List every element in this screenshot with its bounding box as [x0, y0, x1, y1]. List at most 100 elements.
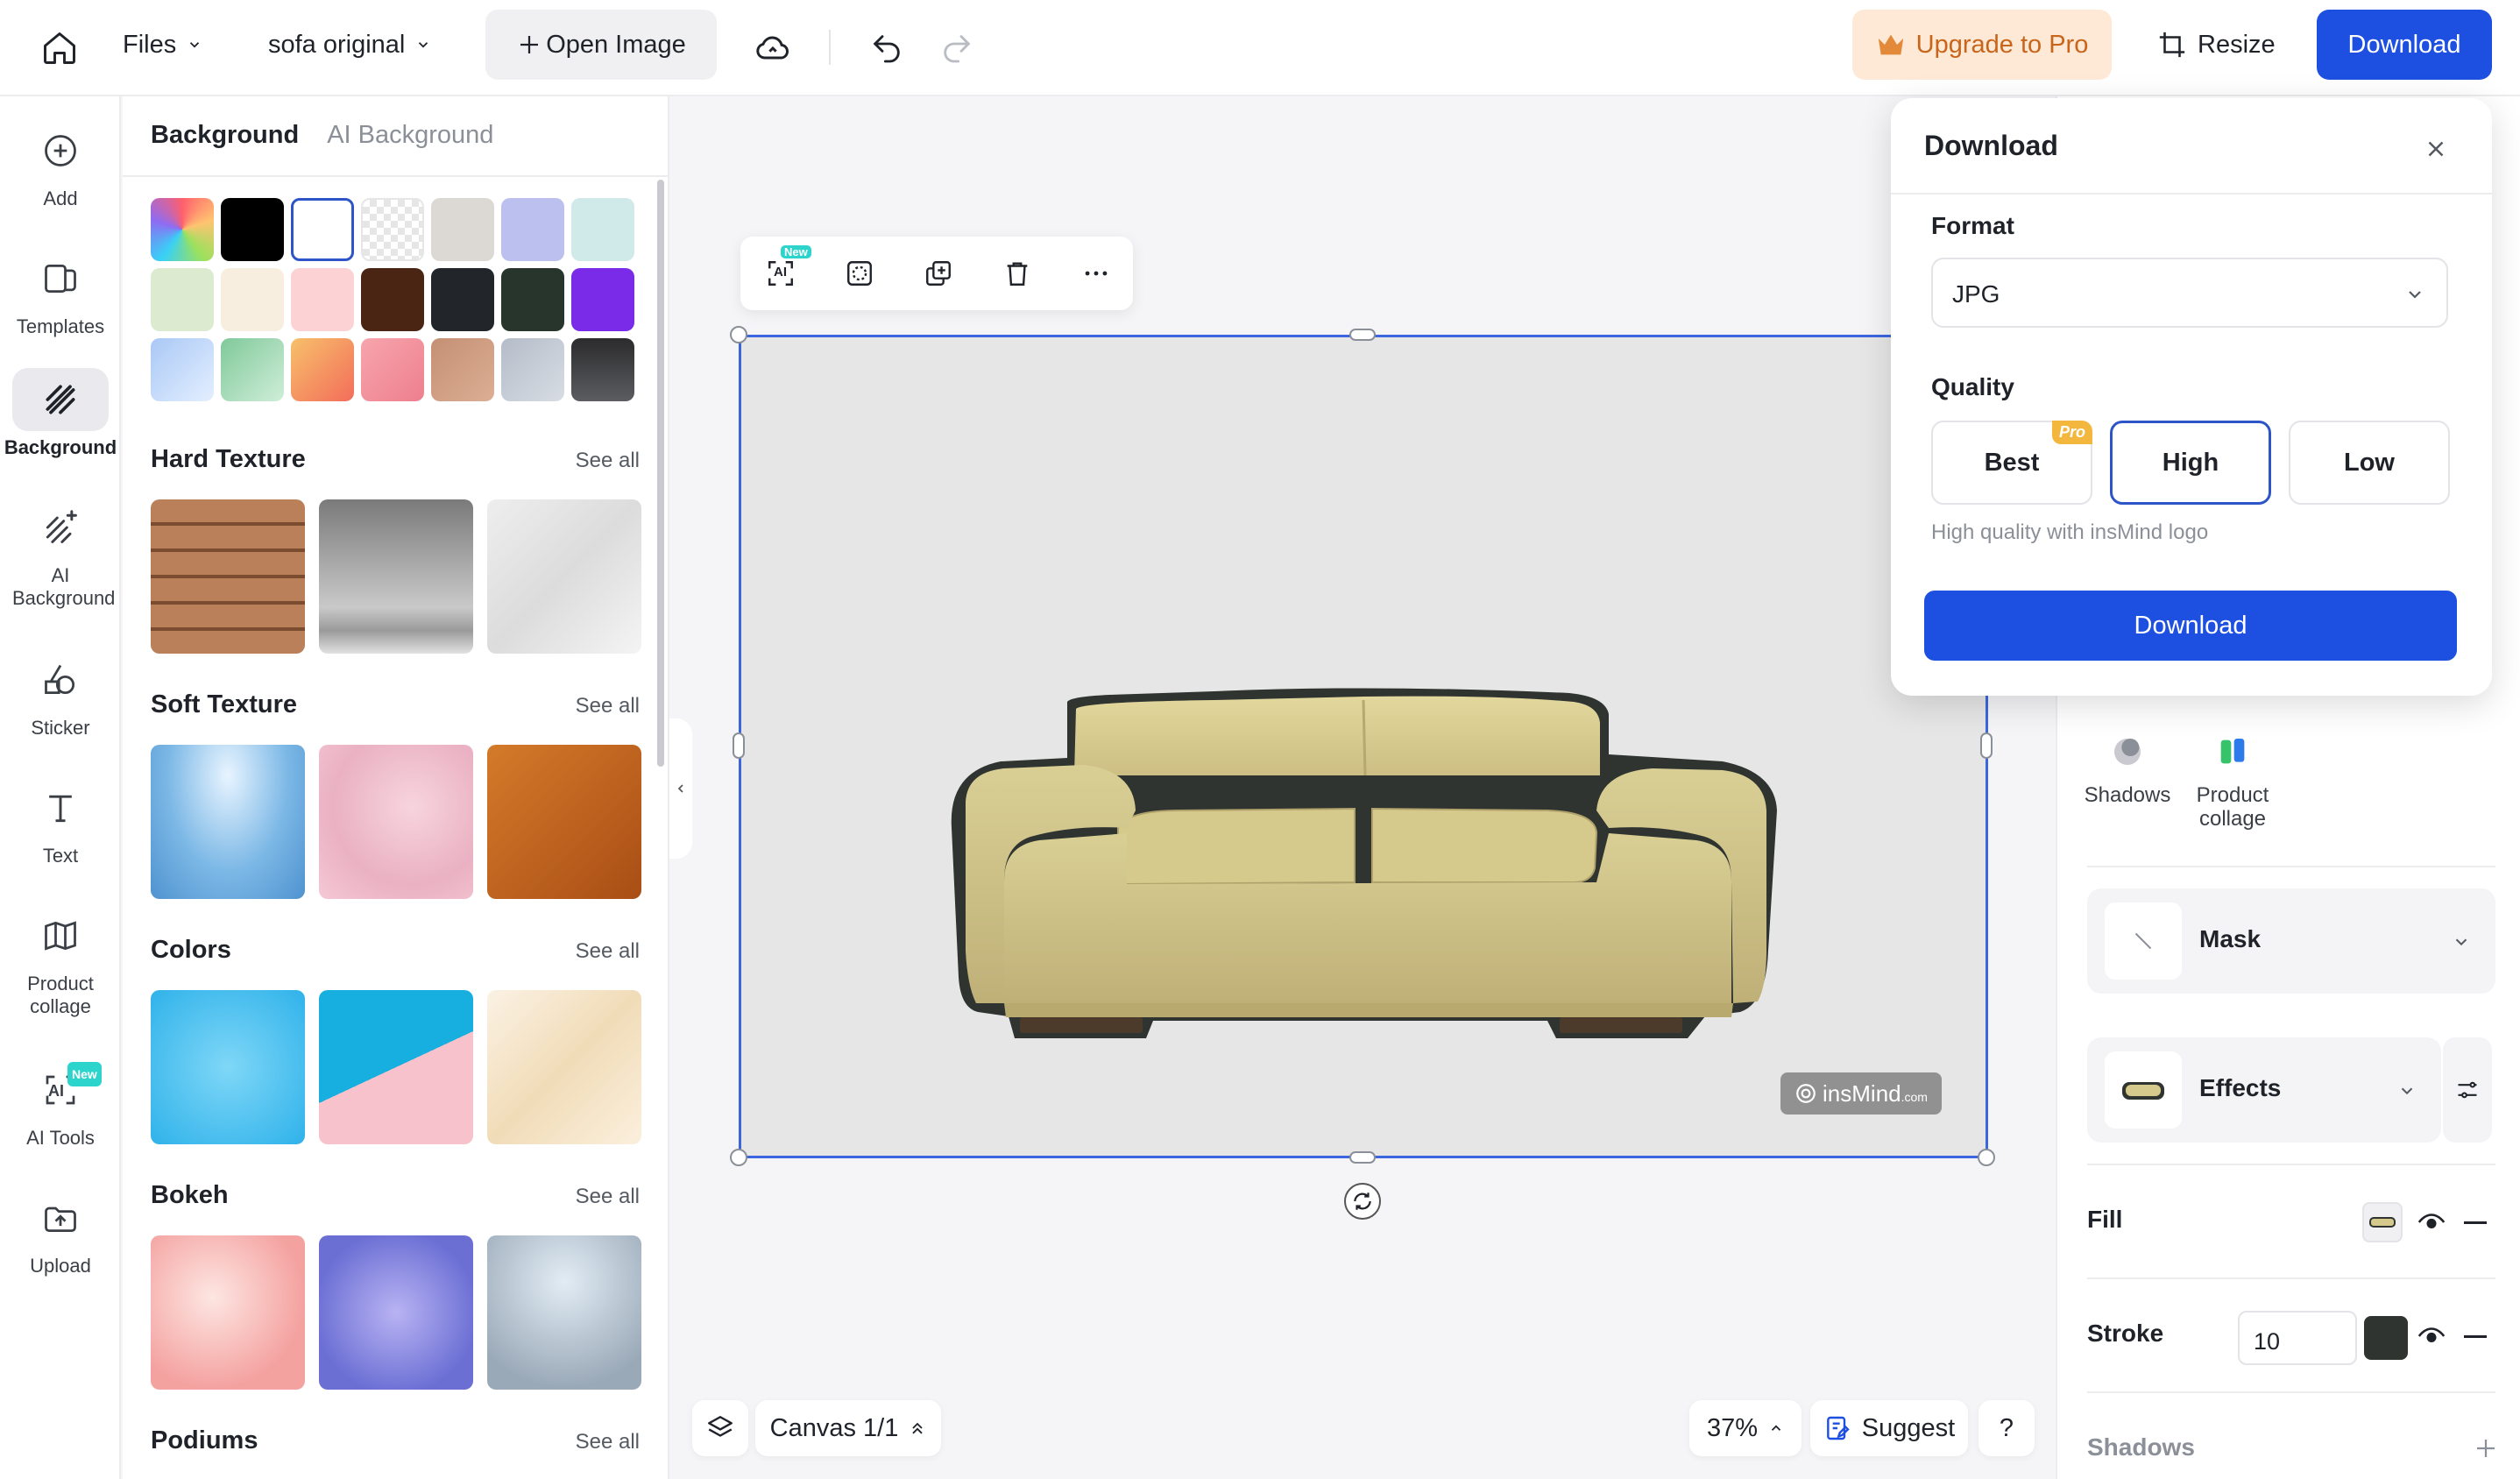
- format-select[interactable]: JPG: [1931, 258, 2448, 328]
- thumbnail-pink-bokeh[interactable]: [151, 1235, 305, 1390]
- thumbnail-cream-gradient[interactable]: [487, 990, 641, 1144]
- rail-item-add[interactable]: Add: [0, 119, 121, 210]
- resize-handle-right[interactable]: [1980, 732, 1993, 759]
- stroke-width-input[interactable]: 10: [2238, 1311, 2357, 1365]
- swatch[interactable]: [501, 268, 564, 331]
- rail-item-text[interactable]: Text: [0, 776, 121, 867]
- fill-swatch[interactable]: [2362, 1202, 2403, 1242]
- canvas-pages-button[interactable]: Canvas 1/1: [755, 1400, 941, 1456]
- swatch[interactable]: [501, 198, 564, 261]
- swatch[interactable]: [221, 268, 284, 331]
- rail-item-background[interactable]: Background: [0, 368, 121, 459]
- effects-settings-button[interactable]: [2443, 1037, 2492, 1143]
- fill-visibility-icon[interactable]: [2417, 1207, 2446, 1237]
- add-shadow-icon[interactable]: [2473, 1435, 2499, 1461]
- thumbnail-split-color[interactable]: [319, 990, 473, 1144]
- open-image-button[interactable]: Open Image: [485, 10, 717, 80]
- zoom-control[interactable]: 37%: [1689, 1400, 1802, 1456]
- shadows-tile[interactable]: Shadows: [2078, 783, 2177, 807]
- swatch[interactable]: [151, 338, 214, 401]
- thumbnail-silver-bokeh[interactable]: [487, 1235, 641, 1390]
- canvas-frame[interactable]: insMind .com: [739, 335, 1988, 1158]
- thumbnail-marble-texture[interactable]: [487, 499, 641, 654]
- layers-button[interactable]: [692, 1400, 748, 1456]
- home-icon[interactable]: [32, 20, 88, 76]
- resize-handle-top-left[interactable]: [730, 326, 747, 343]
- stroke-visibility-icon[interactable]: [2417, 1321, 2446, 1351]
- resize-handle-top[interactable]: [1349, 329, 1376, 341]
- sofa-image[interactable]: [741, 337, 1986, 1156]
- thumbnail-concrete-texture[interactable]: [319, 499, 473, 654]
- see-all-link[interactable]: See all: [576, 1185, 640, 1209]
- thumbnail-leather[interactable]: [487, 745, 641, 899]
- see-all-link[interactable]: See all: [576, 1430, 640, 1454]
- swatch[interactable]: [501, 338, 564, 401]
- quality-low-button[interactable]: Low: [2289, 421, 2450, 505]
- files-menu[interactable]: Files: [103, 10, 222, 80]
- swatch[interactable]: [221, 198, 284, 261]
- product-collage-tile[interactable]: Product collage: [2180, 783, 2285, 831]
- see-all-link[interactable]: See all: [576, 694, 640, 718]
- delete-button[interactable]: [993, 249, 1042, 298]
- dialog-download-button[interactable]: Download: [1924, 591, 2457, 661]
- swatch[interactable]: [431, 338, 494, 401]
- redo-icon[interactable]: [929, 20, 985, 76]
- swatch[interactable]: [151, 268, 214, 331]
- thumbnail-water-splash[interactable]: [151, 745, 305, 899]
- ai-tools-button[interactable]: AI New: [756, 245, 811, 298]
- swatch[interactable]: [571, 268, 634, 331]
- download-button[interactable]: Download: [2317, 10, 2492, 80]
- swatch-selected[interactable]: [291, 198, 354, 261]
- quality-best-button[interactable]: Best Pro: [1931, 421, 2092, 505]
- upgrade-to-pro-button[interactable]: Upgrade to Pro: [1852, 10, 2112, 80]
- collapse-panel-button[interactable]: [669, 718, 692, 859]
- rail-item-templates[interactable]: Templates: [0, 247, 121, 338]
- thumbnail-wood-texture[interactable]: [151, 499, 305, 654]
- help-button[interactable]: ?: [1978, 1400, 2035, 1456]
- cloud-sync-icon[interactable]: [745, 20, 801, 76]
- project-name-menu[interactable]: sofa original: [249, 10, 450, 80]
- resize-button[interactable]: Resize: [2138, 10, 2295, 80]
- thumbnail-pink-silk[interactable]: [319, 745, 473, 899]
- more-options-button[interactable]: [1072, 249, 1121, 298]
- see-all-link[interactable]: See all: [576, 449, 640, 473]
- swatch[interactable]: [291, 268, 354, 331]
- swatch-transparent[interactable]: [361, 198, 424, 261]
- rail-item-product-collage[interactable]: Product collage: [0, 904, 121, 1018]
- swatch[interactable]: [361, 268, 424, 331]
- swatch[interactable]: [361, 338, 424, 401]
- resize-handle-bottom-right[interactable]: [1978, 1149, 1995, 1166]
- stroke-remove-icon[interactable]: [2464, 1335, 2487, 1338]
- select-subject-button[interactable]: [835, 249, 884, 298]
- quality-high-button[interactable]: High: [2110, 421, 2271, 505]
- mask-card[interactable]: Mask: [2087, 888, 2495, 994]
- rail-item-ai-background[interactable]: AI Background: [0, 496, 121, 610]
- effects-card[interactable]: Effects: [2087, 1037, 2441, 1143]
- rail-item-sticker[interactable]: Sticker: [0, 648, 121, 740]
- panel-scrollbar[interactable]: [657, 180, 664, 767]
- swatch[interactable]: [431, 198, 494, 261]
- swatch[interactable]: [571, 338, 634, 401]
- tab-ai-background[interactable]: AI Background: [327, 121, 493, 150]
- rail-item-ai-tools[interactable]: AI New AI Tools: [0, 1058, 121, 1150]
- resize-handle-bottom-left[interactable]: [730, 1149, 747, 1166]
- close-button[interactable]: [2417, 130, 2455, 168]
- duplicate-button[interactable]: [914, 249, 963, 298]
- undo-icon[interactable]: [859, 20, 915, 76]
- swatch[interactable]: [291, 338, 354, 401]
- resize-handle-left[interactable]: [733, 732, 745, 759]
- suggest-button[interactable]: Suggest: [1810, 1400, 1968, 1456]
- see-all-link[interactable]: See all: [576, 939, 640, 964]
- resize-handle-bottom[interactable]: [1349, 1151, 1376, 1164]
- thumbnail-purple-bokeh[interactable]: [319, 1235, 473, 1390]
- swatch[interactable]: [431, 268, 494, 331]
- stroke-color-swatch[interactable]: [2364, 1316, 2408, 1360]
- thumbnail-blue-gradient[interactable]: [151, 990, 305, 1144]
- rail-item-upload[interactable]: Upload: [0, 1186, 121, 1277]
- fill-remove-icon[interactable]: [2464, 1221, 2487, 1224]
- swatch[interactable]: [571, 198, 634, 261]
- swatch-color-picker[interactable]: [151, 198, 214, 261]
- rotate-handle[interactable]: [1344, 1183, 1381, 1220]
- swatch[interactable]: [221, 338, 284, 401]
- tab-background[interactable]: Background: [151, 121, 299, 150]
